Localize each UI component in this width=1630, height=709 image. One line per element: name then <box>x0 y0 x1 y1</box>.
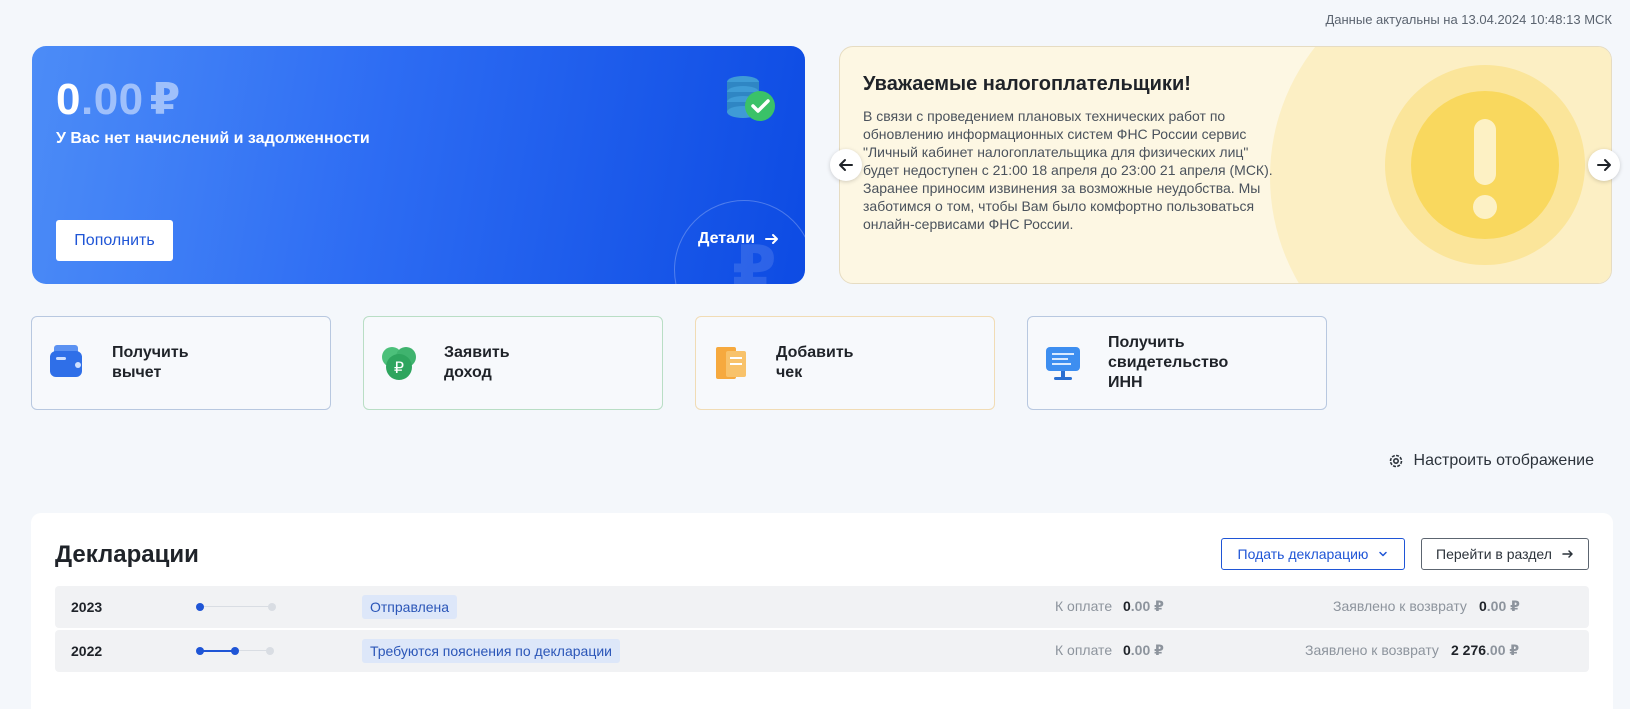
progress-step-done <box>231 647 239 655</box>
chevron-down-icon <box>1379 551 1388 557</box>
details-link[interactable]: Детали <box>698 230 779 248</box>
progress-step-pending <box>266 647 274 655</box>
pay-label: К оплате <box>1055 642 1113 658</box>
declarations-panel: Декларации Подать декларацию Перейти в р… <box>31 513 1613 709</box>
tile-get-inn[interactable]: Получить свидетельство ИНН <box>1027 316 1327 410</box>
declaration-row-2023[interactable]: 2023 Отправлена К оплате 0.00 ₽ Заявлено… <box>55 586 1589 628</box>
status-badge: Требуются пояснения по декларации <box>362 639 620 663</box>
topup-button[interactable]: Пополнить <box>56 220 173 261</box>
submit-declaration-label: Подать декларацию <box>1237 546 1369 562</box>
pay-amount: 0.00 ₽ <box>1123 598 1164 614</box>
declaration-year: 2022 <box>71 643 103 659</box>
arrow-right-icon <box>1562 550 1573 558</box>
status-badge: Отправлена <box>362 595 458 619</box>
declaration-year: 2023 <box>71 599 103 615</box>
exclamation-icon <box>1474 119 1496 185</box>
tile-declare-income[interactable]: ₽ Заявить доход <box>363 316 663 410</box>
tile-label: Добавить чек <box>776 344 854 381</box>
progress-track <box>200 606 272 607</box>
customize-display-label: Настроить отображение <box>1413 452 1594 469</box>
carousel-prev-button[interactable] <box>830 149 862 181</box>
go-to-section-button[interactable]: Перейти в раздел <box>1421 538 1589 570</box>
progress-step-pending <box>268 603 276 611</box>
tile-label: Получить свидетельство ИНН <box>1108 334 1229 391</box>
notice-text: В связи с проведением плановых техническ… <box>863 108 1273 232</box>
return-label: Заявлено к возврату <box>1333 598 1467 614</box>
notice-title: Уважаемые налогоплательщики! <box>863 73 1191 95</box>
return-amount: 0.00 ₽ <box>1479 598 1520 614</box>
balance-message: У Вас нет начислений и задолженности <box>56 130 370 147</box>
tile-label: Заявить доход <box>444 344 510 381</box>
return-label: Заявлено к возврату <box>1305 642 1439 658</box>
declaration-row-2022[interactable]: 2022 Требуются пояснения по декларации К… <box>55 630 1589 672</box>
progress-step-done <box>196 647 204 655</box>
progress-step-done <box>196 603 204 611</box>
go-to-section-label: Перейти в раздел <box>1436 546 1552 562</box>
exclamation-dot <box>1473 195 1497 219</box>
declarations-title: Декларации <box>55 541 199 568</box>
return-amount: 2 276.00 ₽ <box>1451 642 1520 658</box>
pay-amount: 0.00 ₽ <box>1123 642 1164 658</box>
arrow-right-icon <box>765 234 778 244</box>
arrow-left-icon <box>839 159 853 171</box>
details-label: Детали <box>697 230 755 247</box>
customize-display-button[interactable]: Настроить отображение <box>1388 452 1594 470</box>
arrow-right-icon <box>1597 159 1611 171</box>
gear-icon <box>1389 454 1402 468</box>
money-bag-icon: ₽ <box>382 347 416 380</box>
data-updated-text: Данные актуальны на 13.04.2024 10:48:13 … <box>1325 12 1612 27</box>
carousel-next-button[interactable] <box>1588 149 1620 181</box>
svg-text:₽: ₽ <box>394 358 404 377</box>
tile-get-deduction[interactable]: Получить вычет <box>31 316 331 410</box>
coins-check-icon <box>727 76 775 121</box>
submit-declaration-button[interactable]: Подать декларацию <box>1221 538 1405 570</box>
wallet-icon <box>50 345 82 377</box>
notice-banner: Уважаемые налогоплательщики! В связи с п… <box>839 46 1612 284</box>
monitor-icon <box>1046 347 1080 380</box>
tile-add-receipt[interactable]: Добавить чек <box>695 316 995 410</box>
balance-amount: 0.00 ₽ <box>56 75 181 124</box>
pay-label: К оплате <box>1055 598 1113 614</box>
tile-label: Получить вычет <box>112 344 189 381</box>
receipt-icon <box>716 347 746 379</box>
balance-card: ₽ 0.00 ₽ У Вас нет начислений и задолженн… <box>32 46 805 284</box>
